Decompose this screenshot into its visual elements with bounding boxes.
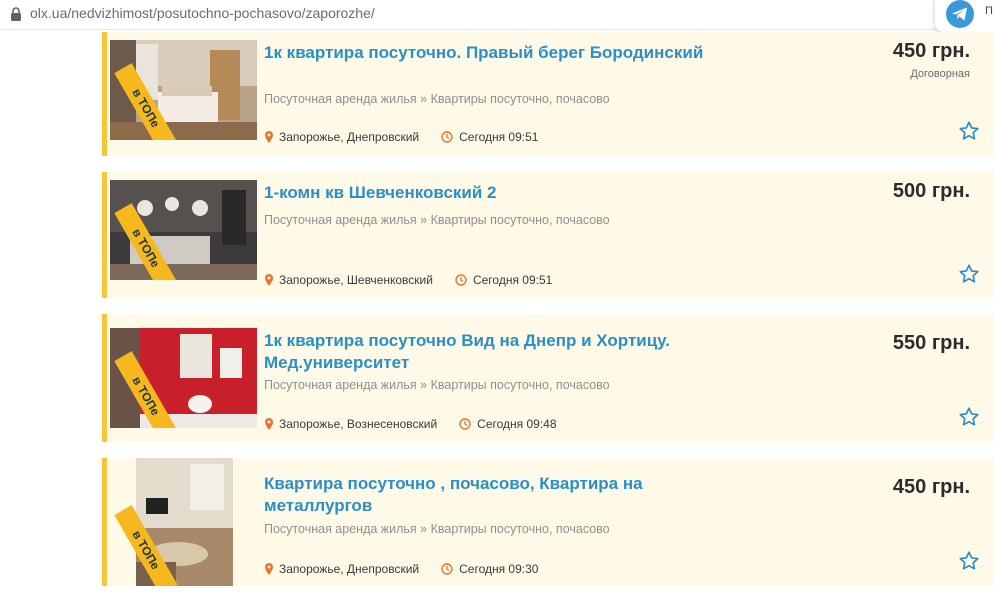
listing-card[interactable]: в ТОПе 1к квартира посуточно Вид на Днеп… (102, 314, 994, 442)
price-negotiable-label: Договорная (910, 68, 970, 80)
listing-title-link[interactable]: 1к квартира посуточно. Правый берег Боро… (264, 42, 704, 64)
location-pin-icon (265, 274, 273, 286)
listing-category: Посуточная аренда жилья » Квартиры посут… (264, 92, 610, 106)
dark-bedroom-photo-icon (110, 180, 257, 280)
url-text[interactable]: olx.ua/nedvizhimost/posutochno-pochasovo… (30, 5, 375, 21)
listing-meta: Запорожье, Днепровский Сегодня 09:51 (264, 130, 538, 144)
red-bathroom-photo-icon (110, 328, 257, 428)
listing-location: Запорожье, Шевченковский (279, 273, 433, 287)
favorite-star-icon[interactable] (958, 263, 980, 285)
listing-time: Сегодня 09:48 (477, 417, 557, 431)
listing-price: 500 грн. (892, 180, 970, 202)
listing-title-link[interactable]: 1к квартира посуточно Вид на Днепр и Хор… (264, 330, 704, 374)
listing-photo[interactable]: в ТОПе (110, 458, 257, 586)
telegram-icon[interactable] (946, 0, 974, 28)
bedroom-photo-icon (110, 40, 257, 140)
listing-category: Посуточная аренда жилья » Квартиры посут… (264, 213, 610, 227)
lock-icon (11, 7, 21, 21)
extension-label: П (985, 5, 993, 17)
listing-meta: Запорожье, Вознесеновский Сегодня 09:48 (264, 417, 557, 431)
listing-meta: Запорожье, Шевченковский Сегодня 09:51 (264, 273, 552, 287)
living-room-photo-icon (110, 458, 257, 586)
listing-price: 450 грн. (892, 476, 970, 498)
listing-category: Посуточная аренда жилья » Квартиры посут… (264, 522, 610, 536)
listing-card[interactable]: в ТОПе Квартира посуточно , почасово, Кв… (102, 458, 994, 586)
listing-card[interactable]: в ТОПе 1-комн кв Шевченковский 2 Посуточ… (102, 172, 994, 298)
location-pin-icon (265, 131, 273, 143)
listing-location: Запорожье, Днепровский (279, 562, 420, 576)
favorite-star-icon[interactable] (958, 120, 980, 142)
listing-title-link[interactable]: Квартира посуточно , почасово, Квартира … (264, 473, 704, 517)
listing-card[interactable]: в ТОПе 1к квартира посуточно. Правый бер… (102, 32, 994, 156)
listing-category: Посуточная аренда жилья » Квартиры посут… (264, 378, 610, 392)
listing-time: Сегодня 09:30 (459, 562, 539, 576)
clock-icon (441, 131, 453, 143)
clock-icon (441, 563, 453, 575)
listing-price: 450 грн. (892, 40, 970, 62)
listing-price: 550 грн. (892, 332, 970, 354)
favorite-star-icon[interactable] (958, 550, 980, 572)
listing-time: Сегодня 09:51 (472, 273, 553, 287)
listing-title-link[interactable]: 1-комн кв Шевченковский 2 (264, 182, 704, 204)
browser-address-bar[interactable]: olx.ua/nedvizhimost/posutochno-pochasovo… (0, 0, 994, 32)
clock-icon (459, 418, 471, 430)
listing-meta: Запорожье, Днепровский Сегодня 09:30 (264, 562, 538, 576)
listing-photo[interactable]: в ТОПе (110, 180, 257, 280)
listing-location: Запорожье, Вознесеновский (279, 417, 438, 431)
location-pin-icon (265, 563, 273, 575)
clock-icon (455, 274, 467, 286)
location-pin-icon (265, 418, 273, 430)
listing-time: Сегодня 09:51 (459, 130, 539, 144)
listing-photo[interactable]: в ТОПе (110, 328, 257, 428)
favorite-star-icon[interactable] (958, 406, 980, 428)
listing-photo[interactable]: в ТОПе (110, 40, 257, 140)
telegram-extension-popup[interactable]: П (935, 0, 994, 32)
listing-location: Запорожье, Днепровский (279, 130, 420, 144)
